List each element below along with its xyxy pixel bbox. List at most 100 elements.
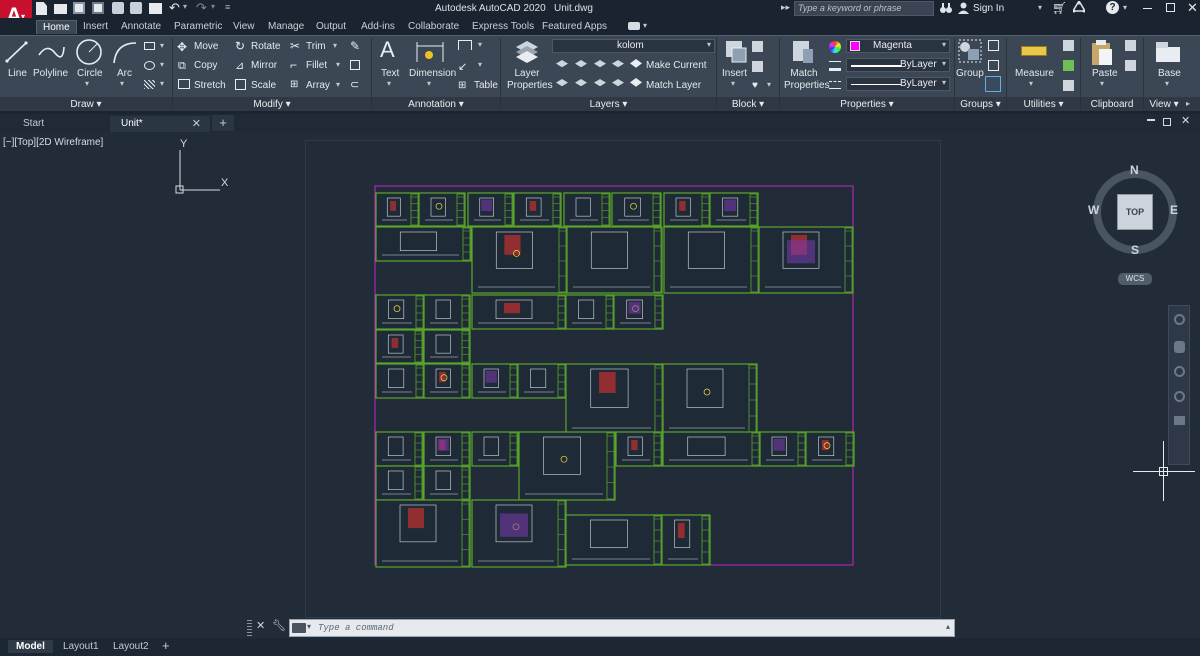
attribute-icon[interactable]: ♥	[752, 80, 758, 91]
array-icon[interactable]: ⊞	[290, 79, 298, 90]
color-dropdown[interactable]: Magenta ▾	[846, 39, 950, 53]
color-wheel-icon[interactable]	[829, 41, 841, 53]
copy-clip-icon[interactable]	[1125, 60, 1136, 71]
redo-dropdown-icon[interactable]: ▾	[211, 2, 215, 11]
leader-dropdown-icon[interactable]: ▾	[478, 60, 482, 69]
command-prompt-icon[interactable]	[292, 623, 306, 633]
calculator-icon[interactable]	[1063, 60, 1074, 71]
ribbon-minimize-toggle[interactable]	[628, 22, 640, 30]
leader-icon[interactable]: ↙	[458, 60, 467, 73]
tab-start[interactable]: Start	[0, 116, 110, 132]
group-button[interactable]	[958, 39, 982, 65]
command-history-icon[interactable]: ▴	[946, 622, 950, 631]
new-tab-button[interactable]: +	[212, 115, 234, 131]
zoom-icon[interactable]	[1174, 366, 1185, 377]
hatch-icon[interactable]	[144, 61, 155, 70]
tab-layout1[interactable]: Layout1	[63, 641, 99, 652]
match-properties-button[interactable]	[791, 39, 815, 65]
tab-close-icon[interactable]: ✕	[192, 117, 201, 130]
web-mobile-save-icon[interactable]	[130, 2, 142, 14]
tab-collaborate[interactable]: Collaborate	[408, 21, 459, 32]
viewport-minimize-icon[interactable]	[1147, 119, 1155, 121]
hatch-dropdown-icon[interactable]: ▾	[160, 60, 164, 69]
scale-icon[interactable]	[235, 79, 246, 90]
base-view-button[interactable]	[1155, 41, 1181, 63]
annotation-panel-label[interactable]: Annotation ▾	[372, 99, 500, 110]
layer-state-icon-8[interactable]	[612, 79, 624, 87]
circle-button[interactable]	[75, 38, 103, 66]
layer-state-icon-6[interactable]	[575, 79, 587, 87]
draw-panel-label[interactable]: Draw ▾	[0, 99, 172, 110]
trim-button[interactable]: Trim	[306, 41, 326, 52]
trim-icon[interactable]: ✂	[290, 39, 300, 53]
redo-icon[interactable]: ↷	[196, 0, 207, 16]
polyline-button[interactable]	[37, 39, 65, 65]
tab-insert[interactable]: Insert	[83, 21, 108, 32]
table-button[interactable]: Table	[474, 80, 498, 91]
wcs-menu[interactable]: WCS	[1118, 273, 1152, 285]
edit-block-icon[interactable]	[752, 61, 763, 72]
undo-dropdown-icon[interactable]: ▾	[183, 2, 187, 11]
copy-button[interactable]: Copy	[194, 60, 217, 71]
user-icon[interactable]	[958, 2, 969, 14]
viewport-close-icon[interactable]: ✕	[1181, 114, 1190, 127]
layer-state-icon-1[interactable]	[556, 60, 568, 68]
drawing-sheets[interactable]	[370, 182, 860, 572]
group-edit-icon[interactable]	[988, 60, 999, 71]
minimize-icon[interactable]	[1143, 8, 1152, 9]
binoculars-icon[interactable]	[940, 2, 952, 14]
gradient-dropdown-icon[interactable]: ▾	[160, 79, 164, 88]
layer-state-icon-4[interactable]	[612, 60, 624, 68]
erase-icon[interactable]: ✎	[350, 39, 360, 53]
utilities-panel-label[interactable]: Utilities ▾	[1007, 99, 1080, 110]
customize-qat-icon[interactable]: ≡	[225, 2, 230, 12]
web-mobile-icon[interactable]	[112, 2, 124, 14]
viewport-controls-label[interactable]: [−][Top][2D Wireframe]	[3, 137, 103, 148]
restore-icon[interactable]	[1166, 3, 1175, 12]
orbit-icon[interactable]	[1174, 391, 1185, 402]
drawing-canvas[interactable]: [−][Top][2D Wireframe] Y X TOP N S W E W…	[0, 132, 1200, 638]
tab-model[interactable]: Model	[8, 640, 53, 653]
open-file-icon[interactable]	[54, 4, 67, 14]
make-current-button[interactable]: Make Current	[646, 60, 707, 71]
tab-add-ins[interactable]: Add-ins	[361, 21, 395, 32]
compass-south[interactable]: S	[1131, 243, 1139, 257]
command-close-icon[interactable]: ✕	[256, 619, 265, 632]
command-line-grip[interactable]	[247, 620, 252, 636]
layer-properties-button[interactable]	[514, 39, 540, 65]
measure-dropdown-icon[interactable]: ▾	[1029, 79, 1033, 88]
compass-west[interactable]: W	[1088, 203, 1099, 217]
insert-block-button[interactable]	[722, 39, 748, 65]
properties-panel-label[interactable]: Properties ▾	[780, 99, 954, 110]
paste-button[interactable]	[1090, 39, 1114, 67]
linear-dim-dropdown-icon[interactable]: ▾	[478, 40, 482, 49]
tab-view[interactable]: View	[233, 21, 255, 32]
fillet-dropdown-icon[interactable]: ▾	[336, 60, 340, 69]
gradient-icon[interactable]	[144, 80, 155, 89]
fillet-button[interactable]: Fillet	[306, 60, 327, 71]
modify-panel-label[interactable]: Modify ▾	[173, 99, 371, 110]
layers-panel-label[interactable]: Layers ▾	[501, 99, 716, 110]
circle-dropdown-icon[interactable]: ▾	[85, 79, 89, 88]
paste-dropdown-icon[interactable]: ▾	[1100, 79, 1104, 88]
layer-state-icon-2[interactable]	[575, 60, 587, 68]
attribute-dropdown-icon[interactable]: ▾	[767, 80, 771, 89]
mirror-icon[interactable]: ⊿	[235, 59, 244, 72]
tab-manage[interactable]: Manage	[268, 21, 304, 32]
dimension-button[interactable]	[415, 40, 445, 64]
arc-dropdown-icon[interactable]: ▾	[120, 79, 124, 88]
offset-icon[interactable]: ⊂	[350, 78, 359, 91]
dimension-dropdown-icon[interactable]: ▾	[427, 79, 431, 88]
rotate-button[interactable]: Rotate	[251, 41, 280, 52]
base-dropdown-icon[interactable]: ▾	[1165, 79, 1169, 88]
rotate-icon[interactable]: ↻	[235, 39, 245, 53]
plot-icon[interactable]	[149, 3, 162, 14]
linear-dim-icon[interactable]	[458, 40, 472, 50]
group-select-icon[interactable]	[985, 76, 1001, 92]
cut-icon[interactable]	[1125, 40, 1136, 51]
layer-state-icon-5[interactable]	[556, 79, 568, 87]
compass-north[interactable]: N	[1130, 163, 1139, 177]
text-button[interactable]: A	[380, 37, 395, 63]
pan-icon[interactable]	[1174, 341, 1185, 353]
tab-annotate[interactable]: Annotate	[121, 21, 161, 32]
